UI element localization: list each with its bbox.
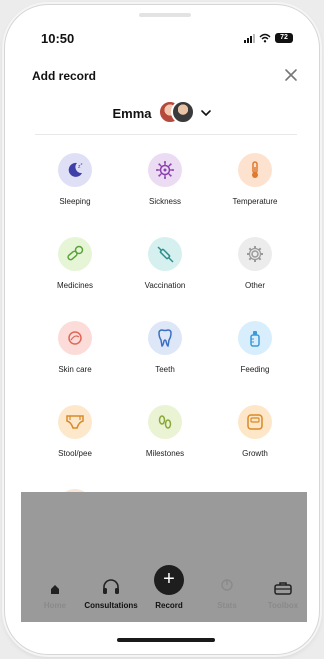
- category-grid: z z Sleeping Sickness Temperature Medicines Va…: [30, 153, 302, 542]
- signal-icon: [244, 33, 255, 43]
- status-time: 10:50: [41, 31, 75, 46]
- category-other[interactable]: Other: [210, 237, 300, 290]
- tab-label: Home: [43, 601, 67, 610]
- tab-label: Consultations: [84, 601, 138, 610]
- gear-icon: [238, 237, 272, 271]
- thermometer-icon: [238, 153, 272, 187]
- tooth-icon: [148, 321, 182, 355]
- syringe-icon: [148, 237, 182, 271]
- category-sickness[interactable]: Sickness: [120, 153, 210, 206]
- stats-icon: [220, 573, 234, 595]
- skin-care-icon: [58, 321, 92, 355]
- avatar-group: [157, 100, 195, 126]
- category-label: Medicines: [56, 281, 93, 290]
- tab-stats[interactable]: Stats: [197, 573, 257, 610]
- category-label: Sickness: [148, 197, 181, 206]
- phone-frame: 10:50 72 Add record Emma z z Sleeping Sickn…: [4, 4, 320, 655]
- toolbox-icon: [274, 573, 292, 595]
- tab-label: Stats: [217, 601, 237, 610]
- category-teeth[interactable]: Teeth: [120, 321, 210, 374]
- profile-selector[interactable]: Emma: [5, 99, 319, 127]
- category-label: Growth: [242, 449, 268, 458]
- virus-icon: [148, 153, 182, 187]
- status-icons: 72: [244, 33, 293, 43]
- home-icon: [49, 573, 61, 595]
- tab-label: Toolbox: [267, 601, 299, 610]
- category-growth[interactable]: Growth: [210, 405, 300, 458]
- bottle-icon: [238, 321, 272, 355]
- category-label: Feeding: [240, 365, 270, 374]
- tab-toolbox[interactable]: Toolbox: [253, 573, 313, 610]
- divider: [35, 134, 297, 135]
- category-stool-pee[interactable]: Stool/pee: [30, 405, 120, 458]
- tab-record[interactable]: + Record: [139, 565, 199, 610]
- tab-label: Record: [155, 601, 183, 610]
- category-label: Vaccination: [144, 281, 186, 290]
- headset-icon: [101, 573, 121, 595]
- tab-bar: Home Consultations + Record Stats Toolbo…: [21, 565, 307, 623]
- chevron-down-icon: [200, 110, 211, 117]
- profile-name: Emma: [112, 105, 152, 121]
- category-milestones[interactable]: Milestones: [120, 405, 210, 458]
- moon-zzz-icon: zz: [58, 153, 92, 187]
- footprints-icon: [148, 405, 182, 439]
- tab-home[interactable]: Home: [25, 573, 85, 610]
- category-label: Temperature: [232, 197, 278, 206]
- plus-icon: +: [154, 565, 184, 595]
- page-title: Add record: [32, 69, 97, 83]
- speaker-notch: [139, 13, 191, 17]
- pills-icon: [58, 237, 92, 271]
- battery-icon: 72: [275, 33, 293, 43]
- home-indicator: [117, 638, 215, 642]
- category-label: Skin care: [58, 365, 92, 374]
- category-vaccination[interactable]: Vaccination: [120, 237, 210, 290]
- category-skin-care[interactable]: Skin care: [30, 321, 120, 374]
- svg-text:z: z: [81, 161, 83, 166]
- category-medicines[interactable]: Medicines: [30, 237, 120, 290]
- category-feeding[interactable]: Feeding: [210, 321, 300, 374]
- tab-consultations[interactable]: Consultations: [81, 573, 141, 610]
- close-icon[interactable]: [283, 67, 299, 83]
- category-label: Sleeping: [59, 197, 91, 206]
- status-bar: 10:50 72: [5, 29, 319, 49]
- scale-icon: [238, 405, 272, 439]
- category-temperature[interactable]: Temperature: [210, 153, 300, 206]
- category-label: Teeth: [155, 365, 175, 374]
- category-label: Milestones: [145, 449, 185, 458]
- avatar: [170, 100, 195, 124]
- category-label: Stool/pee: [58, 449, 92, 458]
- wifi-icon: [259, 33, 271, 43]
- diaper-icon: [58, 405, 92, 439]
- category-label: Other: [244, 281, 265, 290]
- category-sleeping[interactable]: z z Sleeping: [30, 153, 120, 206]
